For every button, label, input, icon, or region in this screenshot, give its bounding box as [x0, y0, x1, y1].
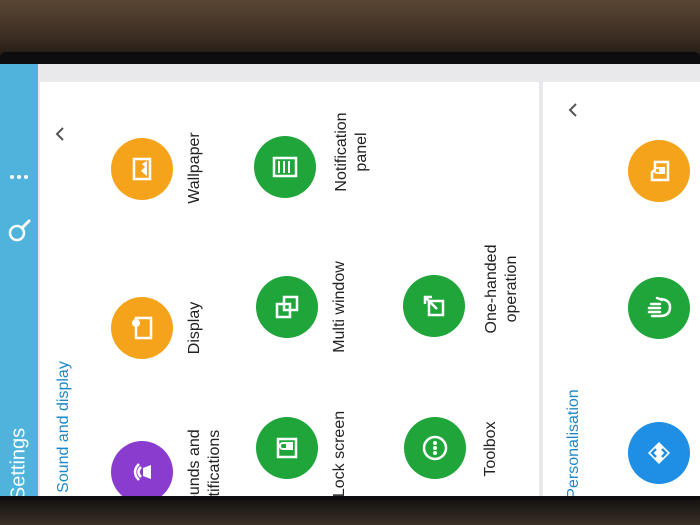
- tile-label-notification-panel: Notification panel: [333, 112, 370, 192]
- tile-label-one-handed-operation: One-handed operation: [483, 244, 520, 334]
- page-title: Settings: [7, 427, 30, 496]
- multi-window-icon: [256, 276, 318, 338]
- section-title-personalisation: Personalisation: [565, 389, 582, 496]
- sound-and-display-card: Sound and display Sounds and notification…: [40, 82, 539, 496]
- app-bar: Settings: [0, 64, 38, 496]
- search-icon[interactable]: [4, 216, 34, 246]
- tile-label-toolbox: Toolbox: [482, 421, 499, 477]
- collapse-chevron-icon[interactable]: [563, 100, 583, 120]
- tile-label-multi-window: Multi window: [331, 261, 348, 353]
- tile-label-wallpaper: Wallpaper: [186, 132, 203, 204]
- tile-label-lock-screen: Lock screen: [331, 410, 348, 496]
- wallpaper-icon: [111, 138, 173, 200]
- notification-panel-icon: [254, 136, 316, 198]
- phone-screen: Settings Sound and display Sounds and not…: [0, 64, 700, 496]
- speaker-icon: [111, 441, 173, 496]
- hand-icon[interactable]: [628, 277, 690, 339]
- toolbox-icon: [404, 417, 466, 479]
- collapse-chevron-icon[interactable]: [50, 124, 70, 144]
- private-mode-icon[interactable]: [628, 140, 690, 202]
- desk-background-bottom: [0, 500, 700, 525]
- lock-screen-icon: [256, 417, 318, 479]
- display-icon: [111, 297, 173, 359]
- more-options-icon[interactable]: [4, 162, 34, 192]
- tile-label-display: Display: [186, 301, 203, 355]
- personalisation-card: Personalisation: [543, 82, 700, 496]
- section-title-sound-and-display: Sound and display: [55, 361, 72, 493]
- one-handed-icon: [403, 275, 465, 337]
- tile-label-sounds-and-notifications: Sounds and notifications: [186, 429, 223, 496]
- easy-mode-icon[interactable]: [628, 422, 690, 484]
